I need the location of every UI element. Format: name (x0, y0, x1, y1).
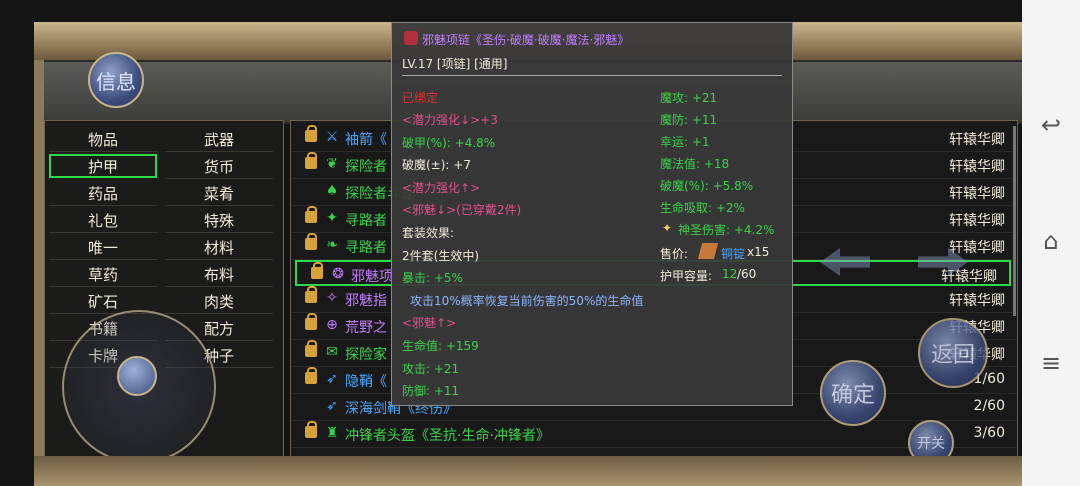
game-screen: 信息 物品武器护甲货币药品菜肴礼包特殊唯一材料草药布料矿石肉类书籍配方卡牌种子 … (0, 0, 1022, 486)
tooltip-stat-line: 攻击: +21 (402, 361, 460, 376)
item-name: 隐鞘《 (345, 374, 387, 391)
item-owner: 轩辕华卿 (949, 158, 1005, 175)
system-nav-bar: ↩ ⌂ ≡ (1022, 0, 1080, 486)
cape-icon: ♠ (325, 182, 339, 199)
lock-icon (305, 313, 317, 331)
price-amount: x15 (747, 245, 770, 259)
item-tooltip: 邪魅项链《圣伤·破魔·破魔·魔法·邪魅》 LV.17 [项链] [通用] 已绑定… (391, 22, 793, 406)
necklace-icon: ❂ (332, 265, 344, 282)
category-tab[interactable]: 布料 (165, 262, 273, 287)
item-name: 袖箭《 (345, 132, 387, 148)
item-name: 冲锋者头盔《圣抗·生命·冲锋者》 (345, 427, 550, 444)
dagger-icon: ➶ (326, 371, 338, 388)
home-nav-icon[interactable]: ⌂ (1036, 226, 1066, 256)
lock-icon (305, 420, 317, 438)
ring-icon: ✧ (326, 290, 338, 307)
tooltip-stat-line: 2件套(生效中) (402, 248, 479, 263)
tooltip-stat-line: 防御: +11 (402, 384, 460, 399)
tooltip-stat-line: 破魔(±): +7 (402, 158, 471, 173)
frame-left-border (34, 60, 44, 470)
capacity-label: 护甲容量: (660, 269, 713, 283)
category-tab[interactable]: 特殊 (165, 208, 273, 233)
leaf-icon: ❧ (326, 236, 338, 253)
lock-icon (305, 367, 317, 385)
capacity-used: 12 (722, 267, 738, 281)
item-name: 探险家 (345, 347, 387, 364)
category-tab[interactable]: 材料 (165, 235, 273, 260)
tooltip-stat-line: 破甲(%): +4.8% (402, 135, 496, 150)
tooltip-stat-line: 魔法值: +18 (660, 157, 730, 171)
info-button[interactable]: 信息 (88, 52, 144, 108)
copper-ingot-icon (697, 243, 719, 259)
tooltip-stat-line: 暴击: +5% (402, 271, 463, 286)
crossed-swords-icon: ⚔ (325, 129, 339, 145)
tooltip-stat-line: 生命值: +159 (402, 339, 479, 353)
tooltip-title: 邪魅项链《圣伤·破魔·破魔·魔法·邪魅》 (422, 33, 630, 47)
item-name: 荒野之 (345, 320, 387, 337)
lock-icon (305, 151, 317, 169)
tooltip-stat-line: <潜力强化↑> (402, 180, 481, 195)
tooltip-stat-line: 破魔(%): +5.8% (660, 179, 754, 193)
tooltip-stat-line: 生命吸取: +2% (660, 201, 745, 215)
item-name: 寻路者 (345, 212, 387, 229)
tooltip-stat-line: 神圣伤害: +4.2% (678, 223, 775, 237)
category-tab[interactable]: 药品 (49, 181, 157, 206)
category-tab[interactable]: 武器 (165, 127, 273, 152)
lock-icon (305, 205, 317, 223)
tooltip-stat-line: <邪魅↑> (402, 316, 457, 331)
item-name: 寻路者 (345, 239, 387, 256)
category-tab[interactable]: 护甲 (49, 154, 157, 178)
tooltip-stat-line: 套装效果: (402, 226, 455, 240)
tooltip-stat-line: 攻击10%概率恢复当前伤害的50%的生命值 (410, 293, 644, 308)
price-currency: 铜锭 (721, 247, 746, 261)
tooltip-stat-line: 魔攻: +21 (660, 91, 718, 105)
item-owner: 3/60 (973, 424, 1005, 441)
tooltip-level: LV.17 [项链] [通用] (402, 57, 508, 71)
sheath-icon: ➶ (326, 398, 338, 414)
necklace-icon (404, 31, 418, 45)
back-button[interactable]: 返回 (918, 318, 988, 388)
category-tab[interactable]: 物品 (49, 127, 157, 152)
lock-icon (311, 261, 323, 279)
category-tab[interactable]: 唯一 (49, 235, 157, 260)
tooltip-stat-line: 魔防: +11 (660, 113, 718, 127)
boot-icon: ✦ (326, 209, 338, 226)
back-nav-icon[interactable]: ↩ (1036, 110, 1066, 140)
holy-damage-icon: ✦ (662, 221, 673, 235)
category-tab[interactable]: 货币 (165, 154, 273, 179)
capacity-total: /60 (737, 267, 757, 281)
tooltip-stat-line: <潜力强化↓>+3 (402, 113, 498, 127)
lock-icon (305, 232, 317, 250)
lock-icon (305, 286, 317, 304)
tooltip-divider (402, 75, 782, 76)
item-owner: 轩辕华卿 (949, 132, 1005, 148)
tooltip-bound: 已绑定 (402, 91, 439, 105)
menu-nav-icon[interactable]: ≡ (1036, 348, 1066, 378)
shield-icon: ⊕ (326, 317, 338, 334)
item-owner: 轩辕华卿 (949, 212, 1005, 229)
price-label: 售价: (660, 247, 689, 261)
item-owner: 轩辕华卿 (949, 293, 1005, 310)
item-owner: 轩辕华卿 (949, 239, 1005, 256)
wings-icon: ❦ (326, 155, 338, 172)
frame-bottom-decoration (34, 456, 1022, 486)
item-name: 邪魅项 (351, 268, 393, 285)
lock-icon (305, 125, 317, 142)
category-tab[interactable]: 肉类 (165, 289, 273, 314)
joystick-knob[interactable] (117, 356, 157, 396)
tooltip-stat-line: 幸运: +1 (660, 135, 710, 149)
category-tab[interactable]: 草药 (49, 262, 157, 287)
confirm-button[interactable]: 确定 (820, 360, 886, 426)
scroll-icon: ✉ (326, 344, 338, 361)
category-tab[interactable]: 菜肴 (165, 181, 273, 206)
item-owner: 2/60 (973, 398, 1005, 414)
item-name: 邪魅指 (345, 293, 387, 310)
helmet-icon: ♜ (325, 424, 339, 441)
category-tab[interactable]: 礼包 (49, 208, 157, 233)
item-name: 探险者 (345, 158, 387, 175)
item-list-scrollbar[interactable] (1013, 126, 1016, 316)
item-owner: 轩辕华卿 (949, 185, 1005, 202)
lock-icon (305, 340, 317, 358)
tooltip-stat-line: <邪魅↓>(已穿戴2件) (402, 203, 522, 218)
